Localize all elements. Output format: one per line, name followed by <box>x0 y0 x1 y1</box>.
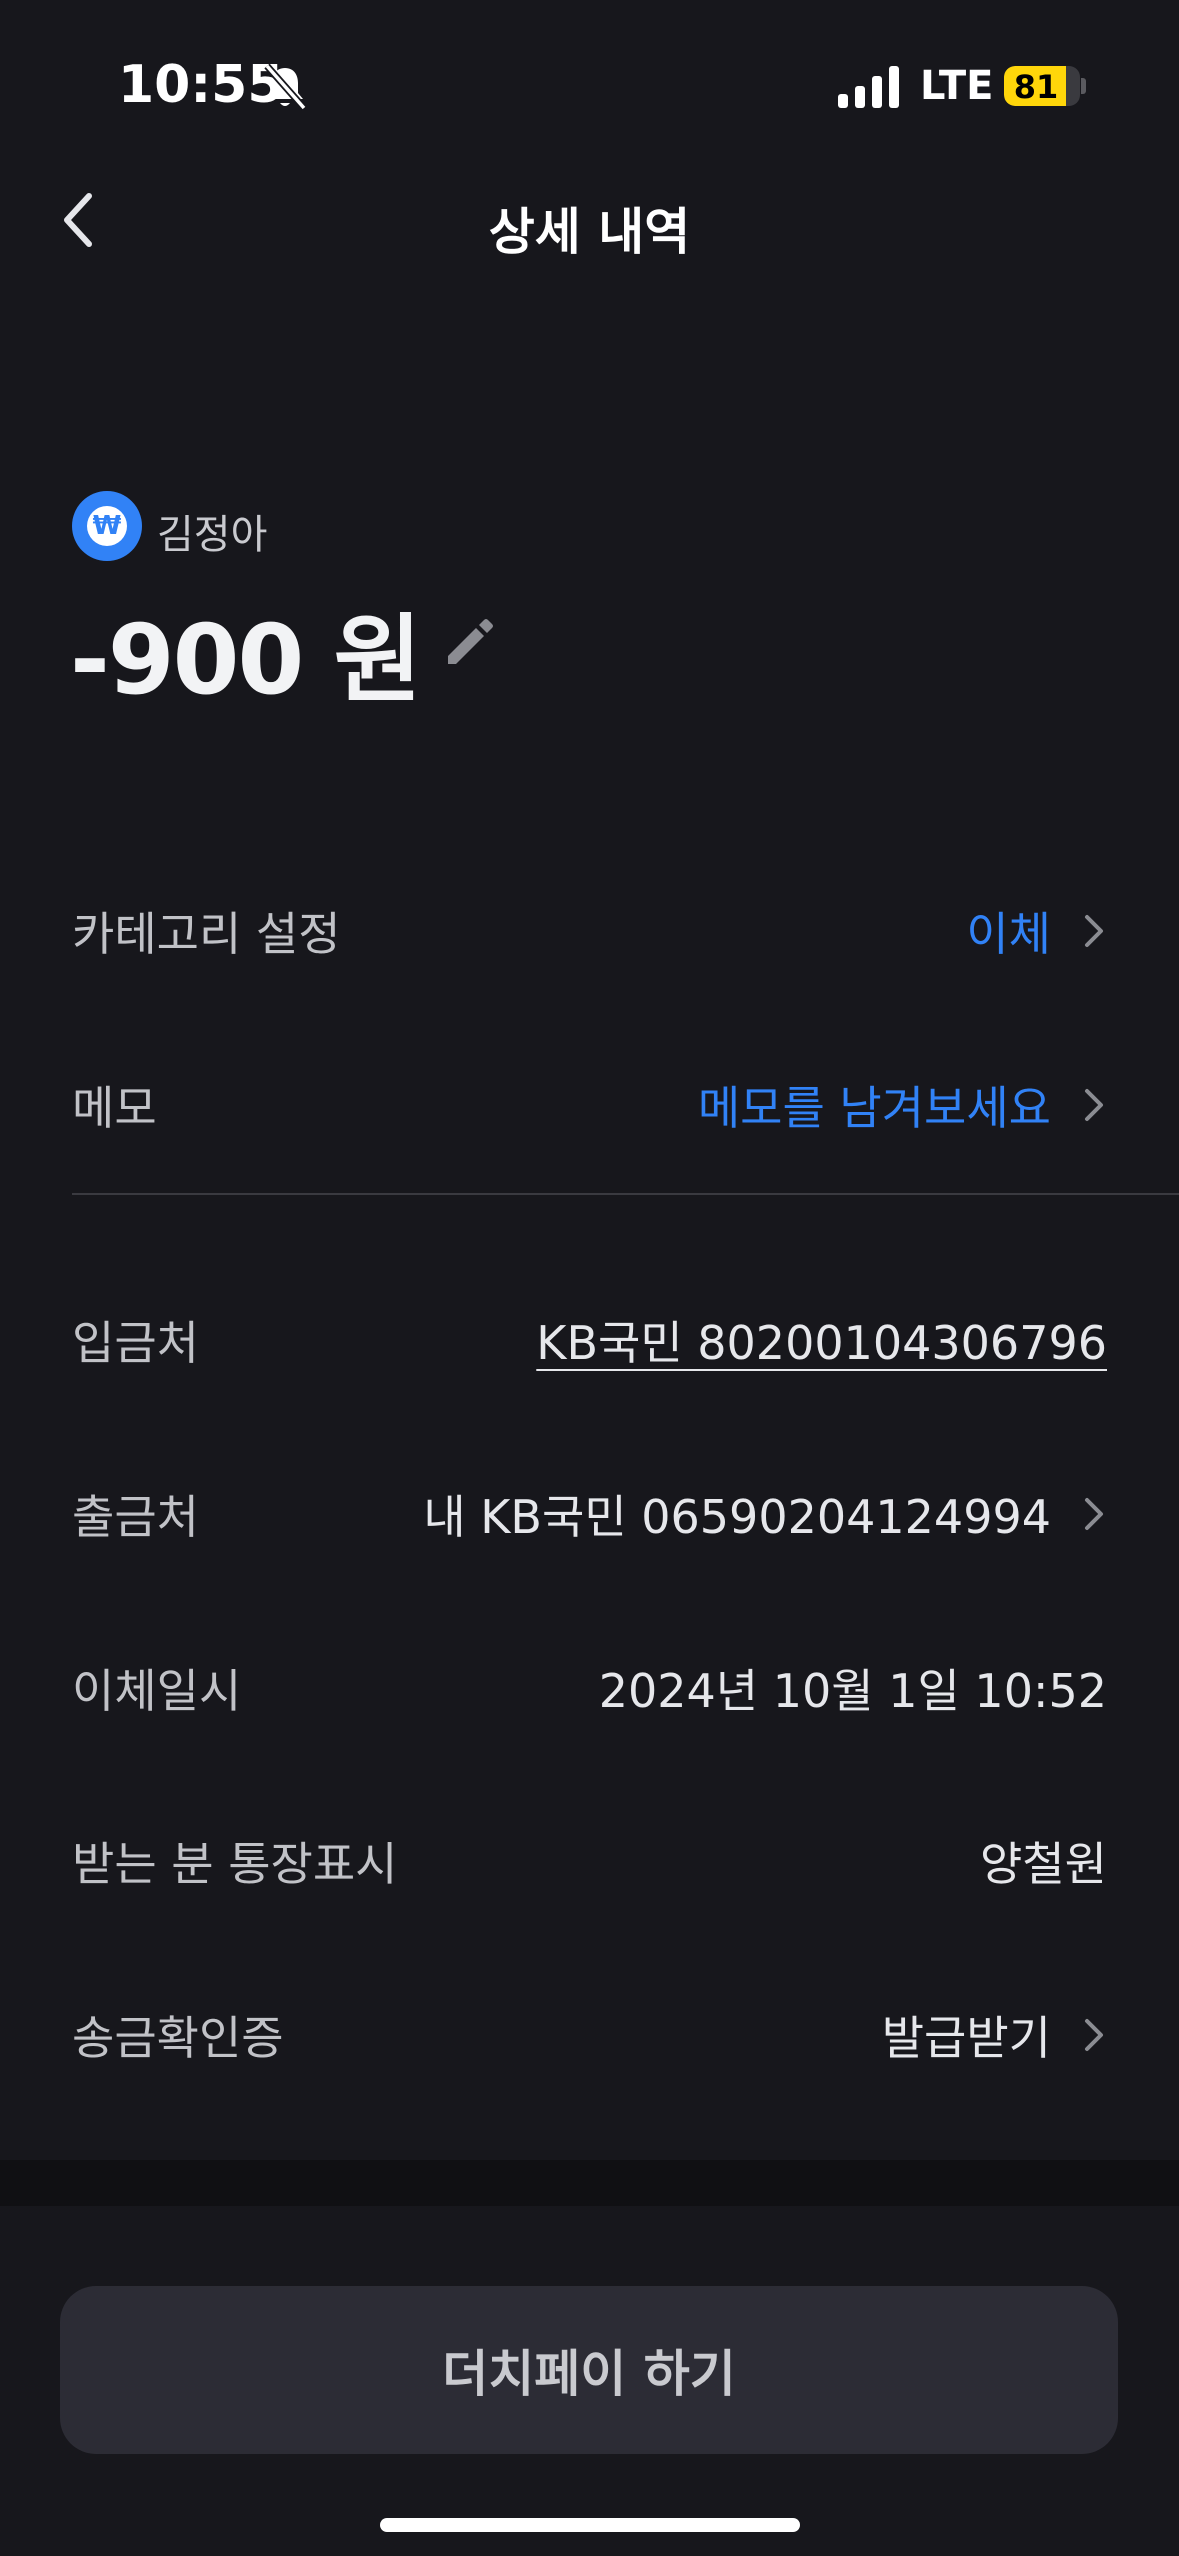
memo-right: 메모를 남겨보세요 <box>698 1072 1107 1138</box>
remittance-certificate-right: 발급받기 <box>882 2002 1107 2068</box>
chevron-right-icon <box>1085 1498 1103 1530</box>
memo-row[interactable]: 메모 메모를 남겨보세요 <box>72 1065 1107 1145</box>
memo-value[interactable]: 메모를 남겨보세요 <box>698 1072 1051 1138</box>
battery-icon: 81 <box>1004 66 1080 106</box>
category-label: 카테고리 설정 <box>72 907 341 961</box>
recipient-display-value: 양철원 <box>980 1837 1107 1891</box>
deposit-account-link[interactable]: KB국민 80200104306796 <box>536 1307 1107 1373</box>
page-title: 상세 내역 <box>488 203 691 261</box>
status-time: 10:55 <box>118 55 284 115</box>
deposit-to-row: 입금처 KB국민 80200104306796 <box>72 1300 1107 1380</box>
recipient-display-label: 받는 분 통장표시 <box>72 1837 398 1891</box>
pencil-icon[interactable] <box>440 612 500 672</box>
memo-label: 메모 <box>72 1081 157 1135</box>
deposit-to-label: 입금처 <box>72 1316 199 1370</box>
cellular-signal-icon <box>838 66 899 108</box>
won-icon: ₩ <box>87 506 127 546</box>
battery-cap <box>1081 78 1086 94</box>
transfer-datetime-value: 2024년 10월 1일 10:52 <box>598 1664 1107 1718</box>
deposit-to-right: KB국민 80200104306796 <box>536 1307 1107 1373</box>
withdraw-from-right: 내 KB국민 06590204124994 <box>423 1481 1107 1547</box>
category-right: 이체 <box>966 898 1107 964</box>
chevron-right-icon <box>1085 1089 1103 1121</box>
recipient-display-right: 양철원 <box>980 1828 1107 1894</box>
battery-level: 81 <box>1013 68 1059 106</box>
recipient-display-row: 받는 분 통장표시 양철원 <box>72 1821 1107 1901</box>
home-indicator[interactable] <box>380 2518 800 2532</box>
account-name: 김정아 <box>157 512 268 558</box>
category-row[interactable]: 카테고리 설정 이체 <box>72 891 1107 971</box>
chevron-right-icon <box>1085 915 1103 947</box>
category-value[interactable]: 이체 <box>966 898 1051 964</box>
transfer-datetime-right: 2024년 10월 1일 10:52 <box>599 1655 1107 1721</box>
section-gap <box>0 2160 1179 2206</box>
remittance-certificate-label: 송금확인증 <box>72 2011 284 2065</box>
bell-muted-icon <box>264 63 307 111</box>
bank-logo-avatar: ₩ <box>72 491 142 561</box>
transfer-datetime-row: 이체일시 2024년 10월 1일 10:52 <box>72 1648 1107 1728</box>
remittance-certificate-row[interactable]: 송금확인증 발급받기 <box>72 1995 1107 2075</box>
chevron-right-icon <box>1085 2019 1103 2051</box>
section-divider <box>72 1193 1179 1195</box>
withdraw-from-label: 출금처 <box>72 1490 199 1544</box>
remittance-certificate-value[interactable]: 발급받기 <box>882 2002 1051 2068</box>
withdraw-from-row[interactable]: 출금처 내 KB국민 06590204124994 <box>72 1474 1107 1554</box>
withdraw-from-value: 내 KB국민 06590204124994 <box>423 1490 1051 1544</box>
transaction-detail-screen: 10:55 LTE 81 상세 내역 ₩ 김정아 -900 원 카테고리 설정 … <box>0 0 1179 2556</box>
network-type: LTE <box>920 63 994 109</box>
transfer-datetime-label: 이체일시 <box>72 1664 242 1718</box>
dutch-pay-button[interactable]: 더치페이 하기 <box>60 2286 1118 2454</box>
transaction-amount: -900 원 <box>70 604 422 716</box>
